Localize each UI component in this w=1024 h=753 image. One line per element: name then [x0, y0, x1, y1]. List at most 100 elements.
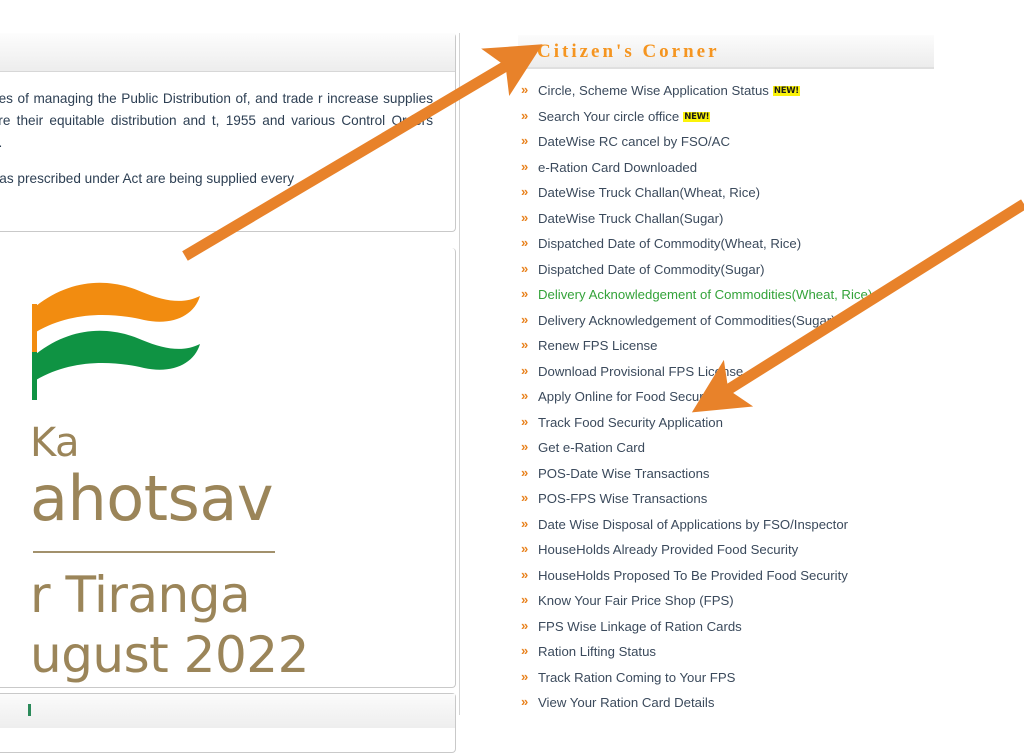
citizens-corner-item-label: Ration Lifting Status	[538, 644, 657, 659]
double-chevron-icon: »	[521, 209, 529, 225]
citizens-corner-item[interactable]: » Search Your circle office NEW!	[518, 107, 934, 125]
citizens-corner-item-label: Dispatched Date of Commodity(Wheat, Rice…	[538, 236, 802, 251]
citizens-corner-item[interactable]: » FPS Wise Linkage of Ration Cards	[518, 617, 934, 635]
citizens-corner-item-label: Download Provisional FPS License	[538, 363, 744, 379]
citizens-corner-item[interactable]: » POS-Date Wise Transactions	[518, 464, 934, 482]
double-chevron-icon: »	[521, 235, 529, 250]
citizens-corner-item-label: Delivery Acknowledgement of Commodities(…	[538, 287, 873, 302]
double-chevron-icon: »	[521, 541, 529, 556]
citizens-corner-item-label: POS-Date Wise Transactions	[538, 465, 710, 481]
double-chevron-icon: »	[521, 464, 529, 480]
citizens-corner-item[interactable]: » Renew FPS License	[518, 337, 934, 354]
banner-divider-rule	[33, 551, 275, 553]
double-chevron-icon: »	[521, 133, 529, 148]
citizens-corner-header: Citizen's Corner	[518, 35, 934, 69]
citizens-corner-item[interactable]: » DateWise Truck Challan(Wheat, Rice)	[518, 184, 934, 201]
bottom-strip-header-bar	[0, 694, 455, 728]
page-root: rtant responsibilities of managing the P…	[0, 0, 1024, 753]
double-chevron-icon: »	[521, 260, 529, 276]
double-chevron-icon: »	[521, 694, 529, 709]
double-chevron-icon: »	[521, 311, 529, 327]
citizens-corner-item[interactable]: » HouseHolds Already Provided Food Securi…	[518, 541, 934, 558]
double-chevron-icon: »	[521, 490, 529, 505]
citizens-corner-item-label: HouseHolds Already Provided Food Securit…	[538, 542, 799, 557]
citizens-corner-item-label: DateWise RC cancel by FSO/AC	[538, 134, 731, 149]
citizens-corner-item[interactable]: » Know Your Fair Price Shop (FPS)	[518, 592, 934, 609]
citizens-corner-item[interactable]: » e-Ration Card Downloaded	[518, 158, 934, 176]
banner-line-august-2022: ugust 2022	[30, 626, 309, 684]
citizens-corner-item[interactable]: » POS-FPS Wise Transactions	[518, 490, 934, 507]
indian-tricolour-flag-icon	[32, 280, 248, 418]
citizens-corner-item[interactable]: » Download Provisional FPS License	[518, 362, 934, 380]
citizens-corner-item[interactable]: » Apply Online for Food Security	[518, 388, 934, 405]
double-chevron-icon: »	[521, 566, 529, 582]
banner-line-tiranga: r Tiranga	[30, 566, 251, 624]
citizens-corner-item-label: Apply Online for Food Security	[538, 389, 717, 404]
left-content-column: rtant responsibilities of managing the P…	[0, 0, 458, 753]
double-chevron-icon: »	[521, 668, 529, 684]
double-chevron-icon: »	[521, 592, 529, 607]
banner-line-ahotsav: ahotsav	[30, 462, 274, 535]
citizens-corner-item[interactable]: » Dispatched Date of Commodity(Wheat, Ric…	[518, 235, 934, 252]
citizens-corner-title: Citizen's Corner	[537, 41, 720, 62]
double-chevron-icon: »	[521, 286, 529, 301]
intro-paragraph-1: rtant responsibilities of managing the P…	[0, 91, 433, 150]
citizens-corner-item[interactable]: » Get e-Ration Card	[518, 439, 934, 456]
citizens-corner-item-label: DateWise Truck Challan(Wheat, Rice)	[538, 185, 761, 200]
citizens-corner-item[interactable]: » Track Food Security Application	[518, 413, 934, 431]
citizens-corner-item[interactable]: » HouseHolds Proposed To Be Provided Food…	[518, 566, 934, 584]
citizens-corner-item-label: Track Ration Coming to Your FPS	[538, 669, 736, 685]
green-marker-icon	[28, 704, 31, 716]
double-chevron-icon: »	[521, 413, 529, 429]
double-chevron-icon: »	[521, 515, 529, 531]
citizens-corner-item[interactable]: » Delivery Acknowledgement of Commodities…	[518, 286, 934, 303]
citizens-corner-item-label: DateWise Truck Challan(Sugar)	[538, 210, 724, 226]
double-chevron-icon: »	[521, 184, 529, 199]
double-chevron-icon: »	[521, 158, 529, 174]
citizens-corner-item[interactable]: » Circle, Scheme Wise Application Status N…	[518, 82, 934, 99]
citizens-corner-item[interactable]: » Dispatched Date of Commodity(Sugar)	[518, 260, 934, 278]
citizens-corner-item-label: Delivery Acknowledgement of Commodities(…	[538, 312, 836, 328]
citizens-corner-item-label: Dispatched Date of Commodity(Sugar)	[538, 261, 765, 277]
double-chevron-icon: »	[521, 643, 529, 658]
citizens-corner-item[interactable]: » Track Ration Coming to Your FPS	[518, 668, 934, 686]
double-chevron-icon: »	[521, 82, 529, 97]
citizens-corner-link-list: » Circle, Scheme Wise Application Status N…	[518, 69, 934, 711]
double-chevron-icon: »	[521, 337, 529, 352]
double-chevron-icon: »	[521, 107, 529, 123]
citizens-corner-item[interactable]: » Date Wise Disposal of Applications by F…	[518, 515, 934, 533]
citizens-corner-item-label: Get e-Ration Card	[538, 440, 646, 455]
intro-text-panel: rtant responsibilities of managing the P…	[0, 33, 456, 232]
banner-line-ka: Ka	[30, 420, 80, 466]
citizens-corner-item-label: Date Wise Disposal of Applications by FS…	[538, 516, 849, 532]
banner-inner: Ka ahotsav r Tiranga ugust 2022	[0, 248, 455, 687]
citizens-corner-item-label: Know Your Fair Price Shop (FPS)	[538, 593, 734, 608]
amrit-mahotsav-banner-panel: Ka ahotsav r Tiranga ugust 2022	[0, 248, 456, 688]
citizens-corner-item[interactable]: » DateWise RC cancel by FSO/AC	[518, 133, 934, 150]
citizens-corner-item-label: e-Ration Card Downloaded	[538, 159, 698, 175]
double-chevron-icon: »	[521, 388, 529, 403]
citizens-corner-panel: Citizen's Corner » Circle, Scheme Wise Ap…	[518, 35, 934, 715]
double-chevron-icon: »	[521, 439, 529, 454]
citizens-corner-item-label: POS-FPS Wise Transactions	[538, 491, 708, 506]
citizens-corner-item-label: Circle, Scheme Wise Application Status	[538, 83, 769, 98]
new-badge: NEW!	[683, 111, 711, 122]
bottom-strip-panel	[0, 693, 456, 753]
citizens-corner-item[interactable]: » DateWise Truck Challan(Sugar)	[518, 209, 934, 227]
double-chevron-icon: »	[521, 362, 529, 378]
intro-panel-body: rtant responsibilities of managing the P…	[0, 72, 455, 190]
citizens-corner-item-label: Track Food Security Application	[538, 414, 723, 430]
citizens-corner-item-label: View Your Ration Card Details	[538, 695, 715, 710]
intro-paragraph-2: ised Food Grains as prescribed under Act…	[0, 171, 294, 187]
double-chevron-icon: »	[521, 617, 529, 633]
citizens-corner-item[interactable]: » Delivery Acknowledgement of Commodities…	[518, 311, 934, 329]
citizens-corner-item-label: HouseHolds Proposed To Be Provided Food …	[538, 567, 848, 583]
citizens-corner-item[interactable]: » Ration Lifting Status	[518, 643, 934, 660]
citizens-corner-item[interactable]: » View Your Ration Card Details	[518, 694, 934, 711]
citizens-corner-item-label: FPS Wise Linkage of Ration Cards	[538, 618, 742, 634]
citizens-corner-item-label: Search Your circle office	[538, 108, 680, 124]
intro-panel-header-bar	[0, 33, 455, 72]
column-separator	[459, 33, 460, 715]
citizens-corner-item-label: Renew FPS License	[538, 338, 658, 353]
new-badge: NEW!	[772, 86, 800, 96]
